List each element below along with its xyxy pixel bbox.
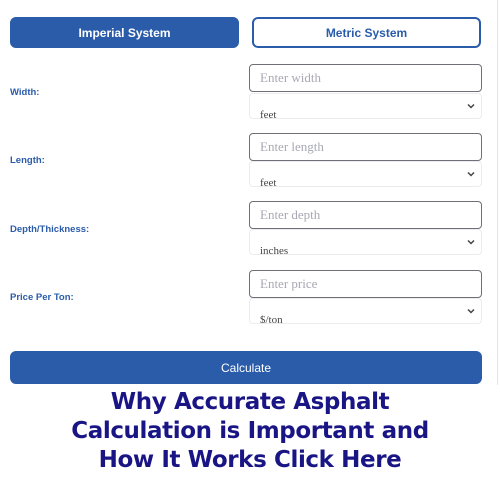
cta-line: How It Works Click Here [98, 447, 402, 473]
metric-system-button[interactable]: Metric System [252, 17, 481, 48]
depth-unit-value: inches [260, 245, 289, 255]
price-input[interactable] [249, 270, 482, 298]
depth-input[interactable] [249, 201, 482, 229]
page-edge-divider [497, 0, 498, 385]
price-label: Price Per Ton: [10, 292, 74, 303]
depth-unit-select[interactable]: inches [249, 229, 482, 255]
calculate-button[interactable]: Calculate [10, 351, 482, 384]
width-label: Width: [10, 87, 40, 98]
width-unit-select[interactable]: feet [249, 93, 482, 119]
chevron-down-icon [467, 171, 475, 177]
imperial-system-button[interactable]: Imperial System [10, 17, 239, 48]
asphalt-info-link[interactable]: Why Accurate Asphalt Calculation is Impo… [0, 388, 500, 475]
length-unit-select[interactable]: feet [249, 161, 482, 187]
chevron-down-icon [467, 103, 475, 109]
price-unit-select[interactable]: $/ton [249, 298, 482, 324]
depth-label: Depth/Thickness: [10, 224, 90, 235]
cta-line: Why Accurate Asphalt [110, 389, 390, 415]
price-unit-value: $/ton [260, 314, 283, 324]
chevron-down-icon [467, 308, 475, 314]
chevron-down-icon [467, 239, 475, 245]
width-unit-value: feet [260, 109, 277, 119]
cta-line: Calculation is Important and [71, 418, 429, 444]
length-unit-value: feet [260, 177, 277, 187]
length-label: Length: [10, 155, 45, 166]
width-input[interactable] [249, 64, 482, 92]
length-input[interactable] [249, 133, 482, 161]
